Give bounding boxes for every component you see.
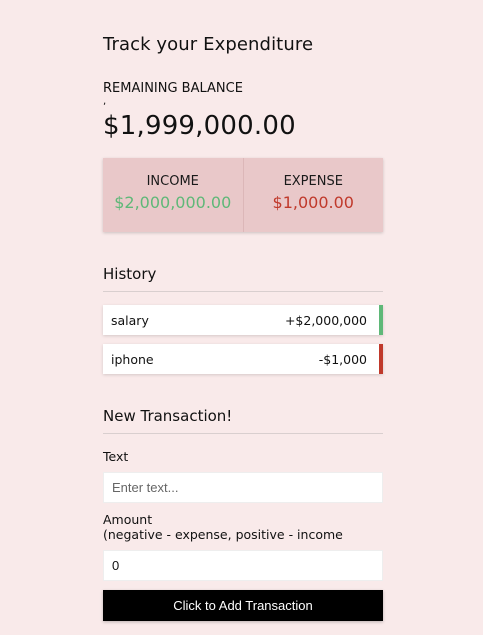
history-item[interactable]: salary +$2,000,000 (103, 305, 383, 335)
amount-input[interactable] (103, 550, 383, 581)
text-field-label: Text (103, 449, 129, 464)
history-item[interactable]: iphone -$1,000 (103, 344, 383, 374)
history-item-text: iphone (111, 351, 154, 367)
balance-label: REMAINING BALANCE (103, 81, 243, 96)
history-item-text: salary (111, 312, 149, 328)
history-item-amount: +$2,000,000 (284, 312, 367, 328)
income-label: INCOME (146, 174, 199, 189)
history-item-amount: -$1,000 (318, 351, 367, 367)
expense-column: EXPENSE $1,000.00 (244, 158, 384, 232)
expense-label: EXPENSE (283, 174, 343, 189)
amount-label: Amount (103, 512, 153, 527)
amount-hint: (negative - expense, positive - income (103, 527, 343, 542)
new-transaction-heading: New Transaction! (103, 407, 383, 434)
text-input[interactable] (103, 472, 383, 503)
income-column: INCOME $2,000,000.00 (103, 158, 244, 232)
balance-value: $1,999,000.00 (103, 111, 296, 141)
income-value: $2,000,000.00 (114, 193, 232, 212)
balance-stray-mark: , (103, 96, 107, 107)
amount-field-label: Amount (negative - expense, positive - i… (103, 512, 343, 542)
history-heading: History (103, 265, 383, 292)
income-expense-summary: INCOME $2,000,000.00 EXPENSE $1,000.00 (103, 158, 383, 232)
page-title: Track your Expenditure (103, 34, 314, 55)
expense-tracker-page: Track your Expenditure REMAINING BALANCE… (0, 0, 483, 635)
expense-value: $1,000.00 (272, 193, 354, 212)
add-transaction-button[interactable]: Click to Add Transaction (103, 590, 383, 621)
